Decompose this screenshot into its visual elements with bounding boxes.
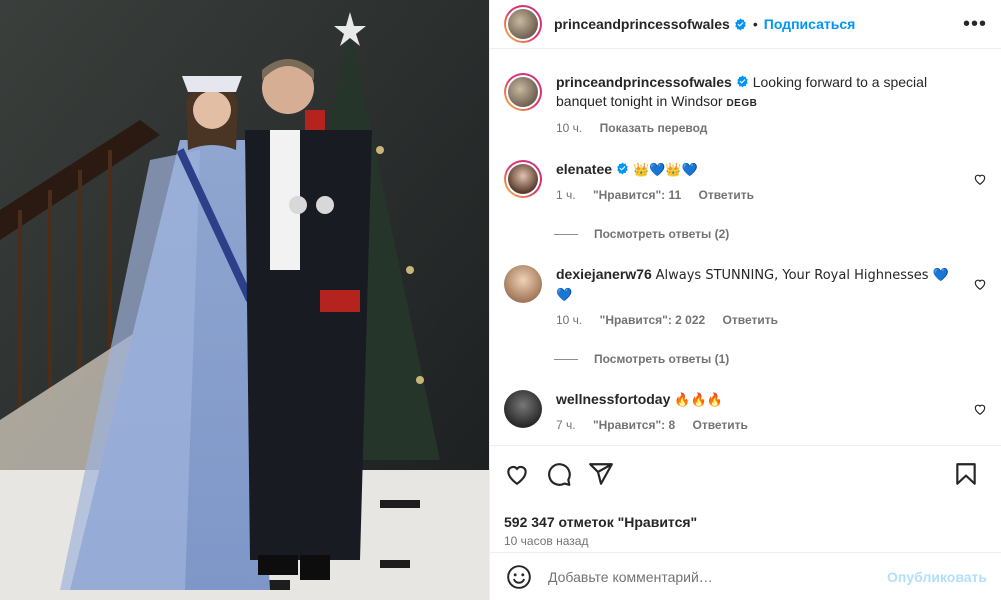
commenter-avatar[interactable] xyxy=(504,265,542,303)
like-comment-heart-icon[interactable] xyxy=(973,277,987,291)
publish-button[interactable]: Опубликовать xyxy=(887,569,987,585)
share-send-icon[interactable] xyxy=(588,461,614,487)
comment-likes[interactable]: "Нравится": 2 022 xyxy=(600,313,706,327)
like-comment-heart-icon[interactable] xyxy=(973,402,987,416)
view-replies-button[interactable]: Посмотреть ответы (1) xyxy=(554,352,987,366)
comment-likes[interactable]: "Нравится": 8 xyxy=(593,418,675,432)
verified-badge-icon xyxy=(735,18,746,30)
reply-button[interactable]: Ответить xyxy=(692,418,747,432)
post-header: princeandprincessofwales • Подписаться •… xyxy=(490,0,1001,49)
save-bookmark-icon[interactable] xyxy=(953,461,979,487)
comment-item: elenatee 👑💙👑💙 1 ч. "Нравится": 11 Ответи… xyxy=(504,160,987,205)
comment-time[interactable]: 7 ч. xyxy=(556,418,576,432)
comment-input[interactable] xyxy=(548,568,888,585)
comment-time[interactable]: 10 ч. xyxy=(556,313,582,327)
comment-item: dexiejanerw76 Always STUNNING, Your Roya… xyxy=(504,265,987,330)
follow-button[interactable]: Подписаться xyxy=(764,16,856,32)
comment-bubble-icon[interactable] xyxy=(546,461,572,487)
comment-item: wellnessfortoday 🔥🔥🔥 7 ч. "Нравится": 8 … xyxy=(504,390,987,435)
view-replies-label[interactable]: Посмотреть ответы (2) xyxy=(594,227,729,241)
view-replies-button[interactable]: Посмотреть ответы (2) xyxy=(554,227,987,241)
post-photo[interactable] xyxy=(0,0,489,600)
reply-button[interactable]: Ответить xyxy=(723,313,778,327)
replies-divider xyxy=(554,233,578,235)
like-comment-heart-icon[interactable] xyxy=(973,172,987,186)
post-image xyxy=(0,0,489,600)
caption-flags: DEGB xyxy=(726,98,758,109)
post-actions: 592 347 отметок "Нравится" 10 часов наза… xyxy=(490,445,1001,548)
comment-username[interactable]: dexiejanerw76 xyxy=(556,266,652,282)
view-replies-label[interactable]: Посмотреть ответы (1) xyxy=(594,352,729,366)
caption-avatar[interactable] xyxy=(504,73,542,111)
post-caption: princeandprincessofwales Looking forward… xyxy=(504,73,987,138)
comments-list[interactable]: princeandprincessofwales Looking forward… xyxy=(490,49,1001,445)
comment-username[interactable]: wellnessfortoday xyxy=(556,391,670,407)
comment-likes[interactable]: "Нравится": 11 xyxy=(593,188,681,202)
more-options-icon[interactable]: ••• xyxy=(963,14,987,34)
reply-button[interactable]: Ответить xyxy=(699,188,754,202)
author-username[interactable]: princeandprincessofwales xyxy=(554,16,730,32)
comment-username[interactable]: elenatee xyxy=(556,161,612,177)
translate-link[interactable]: Показать перевод xyxy=(600,121,708,135)
posted-time: 10 часов назад xyxy=(504,534,589,548)
post-side-panel: princeandprincessofwales • Подписаться •… xyxy=(489,0,1001,600)
replies-divider xyxy=(554,358,578,360)
commenter-avatar[interactable] xyxy=(504,390,542,428)
comment-time[interactable]: 1 ч. xyxy=(556,188,576,202)
comment-text: 👑💙👑💙 xyxy=(632,163,698,178)
emoji-smile-icon[interactable] xyxy=(506,564,532,590)
likes-count[interactable]: 592 347 отметок "Нравится" xyxy=(504,514,987,530)
commenter-avatar[interactable] xyxy=(504,160,542,198)
verified-badge-icon xyxy=(617,162,628,175)
caption-username[interactable]: princeandprincessofwales xyxy=(556,74,732,90)
header-separator: • xyxy=(752,16,758,32)
add-comment-bar: Опубликовать xyxy=(490,552,1001,600)
like-heart-icon[interactable] xyxy=(504,461,530,487)
verified-badge-icon xyxy=(737,75,748,88)
author-avatar[interactable] xyxy=(504,5,542,43)
comment-text: 🔥🔥🔥 xyxy=(674,393,723,408)
caption-time[interactable]: 10 ч. xyxy=(556,121,582,135)
